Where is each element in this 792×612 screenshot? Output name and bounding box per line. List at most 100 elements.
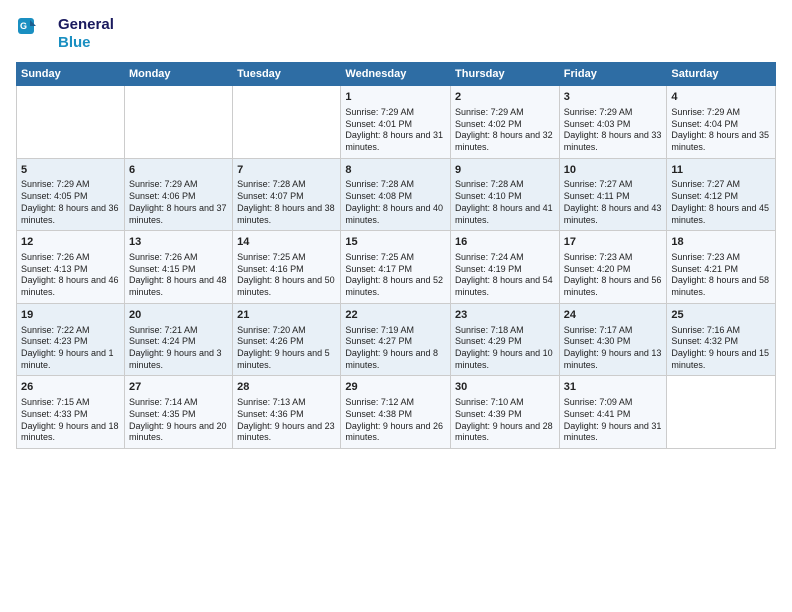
cell-text: Sunset: 4:12 PM — [671, 191, 771, 203]
cell-text: Sunrise: 7:28 AM — [455, 179, 555, 191]
cell-text: Sunset: 4:17 PM — [345, 264, 446, 276]
calendar-cell: 31Sunrise: 7:09 AMSunset: 4:41 PMDayligh… — [559, 376, 667, 449]
cell-text: Sunrise: 7:29 AM — [671, 107, 771, 119]
calendar-cell: 26Sunrise: 7:15 AMSunset: 4:33 PMDayligh… — [17, 376, 125, 449]
cell-text: Sunset: 4:15 PM — [129, 264, 228, 276]
calendar-cell: 22Sunrise: 7:19 AMSunset: 4:27 PMDayligh… — [341, 303, 451, 376]
cell-text: Daylight: 9 hours and 10 minutes. — [455, 348, 555, 371]
day-number: 1 — [345, 90, 446, 105]
calendar-cell: 30Sunrise: 7:10 AMSunset: 4:39 PMDayligh… — [451, 376, 560, 449]
day-header-tuesday: Tuesday — [233, 63, 341, 86]
cell-text: Sunrise: 7:25 AM — [345, 252, 446, 264]
cell-text: Daylight: 9 hours and 5 minutes. — [237, 348, 336, 371]
cell-text: Daylight: 8 hours and 35 minutes. — [671, 130, 771, 153]
cell-text: Sunset: 4:26 PM — [237, 336, 336, 348]
cell-text: Daylight: 8 hours and 48 minutes. — [129, 275, 228, 298]
day-number: 20 — [129, 308, 228, 323]
cell-text: Sunset: 4:20 PM — [564, 264, 663, 276]
calendar-cell: 4Sunrise: 7:29 AMSunset: 4:04 PMDaylight… — [667, 86, 776, 159]
cell-text: Sunrise: 7:18 AM — [455, 325, 555, 337]
cell-text: Sunset: 4:08 PM — [345, 191, 446, 203]
calendar-week-5: 26Sunrise: 7:15 AMSunset: 4:33 PMDayligh… — [17, 376, 776, 449]
day-header-saturday: Saturday — [667, 63, 776, 86]
cell-text: Daylight: 8 hours and 43 minutes. — [564, 203, 663, 226]
cell-text: Daylight: 9 hours and 28 minutes. — [455, 421, 555, 444]
cell-text: Sunset: 4:05 PM — [21, 191, 120, 203]
cell-text: Daylight: 8 hours and 50 minutes. — [237, 275, 336, 298]
cell-text: Daylight: 8 hours and 36 minutes. — [21, 203, 120, 226]
cell-text: Sunset: 4:33 PM — [21, 409, 120, 421]
day-number: 14 — [237, 235, 336, 250]
day-number: 5 — [21, 163, 120, 178]
cell-text: Daylight: 8 hours and 58 minutes. — [671, 275, 771, 298]
day-header-friday: Friday — [559, 63, 667, 86]
cell-text: Sunset: 4:10 PM — [455, 191, 555, 203]
day-header-thursday: Thursday — [451, 63, 560, 86]
calendar-cell: 2Sunrise: 7:29 AMSunset: 4:02 PMDaylight… — [451, 86, 560, 159]
day-number: 2 — [455, 90, 555, 105]
day-number: 28 — [237, 380, 336, 395]
cell-text: Daylight: 8 hours and 32 minutes. — [455, 130, 555, 153]
cell-text: Sunset: 4:30 PM — [564, 336, 663, 348]
cell-text: Sunrise: 7:12 AM — [345, 397, 446, 409]
cell-text: Daylight: 8 hours and 46 minutes. — [21, 275, 120, 298]
calendar-week-4: 19Sunrise: 7:22 AMSunset: 4:23 PMDayligh… — [17, 303, 776, 376]
cell-text: Sunset: 4:27 PM — [345, 336, 446, 348]
cell-text: Sunset: 4:36 PM — [237, 409, 336, 421]
cell-text: Daylight: 8 hours and 56 minutes. — [564, 275, 663, 298]
cell-text: Sunrise: 7:20 AM — [237, 325, 336, 337]
cell-text: Sunrise: 7:26 AM — [129, 252, 228, 264]
cell-text: Sunrise: 7:25 AM — [237, 252, 336, 264]
calendar-cell — [233, 86, 341, 159]
cell-text: Daylight: 8 hours and 52 minutes. — [345, 275, 446, 298]
day-number: 17 — [564, 235, 663, 250]
cell-text: Daylight: 9 hours and 26 minutes. — [345, 421, 446, 444]
cell-text: Sunrise: 7:24 AM — [455, 252, 555, 264]
cell-text: Sunset: 4:13 PM — [21, 264, 120, 276]
day-number: 9 — [455, 163, 555, 178]
cell-text: Sunrise: 7:27 AM — [671, 179, 771, 191]
calendar-cell — [17, 86, 125, 159]
cell-text: Daylight: 9 hours and 1 minute. — [21, 348, 120, 371]
day-number: 6 — [129, 163, 228, 178]
day-number: 31 — [564, 380, 663, 395]
calendar-cell: 17Sunrise: 7:23 AMSunset: 4:20 PMDayligh… — [559, 231, 667, 304]
calendar-cell: 24Sunrise: 7:17 AMSunset: 4:30 PMDayligh… — [559, 303, 667, 376]
cell-text: Sunrise: 7:28 AM — [237, 179, 336, 191]
calendar-cell: 21 Sunrise: 7:20 AMSunset: 4:26 PMDayligh… — [233, 303, 341, 376]
calendar-cell: 3Sunrise: 7:29 AMSunset: 4:03 PMDaylight… — [559, 86, 667, 159]
calendar-cell: 13 Sunrise: 7:26 AMSunset: 4:15 PMDayligh… — [124, 231, 232, 304]
day-number: 16 — [455, 235, 555, 250]
calendar-cell: 16Sunrise: 7:24 AMSunset: 4:19 PMDayligh… — [451, 231, 560, 304]
cell-text: Sunrise: 7:21 AM — [129, 325, 228, 337]
calendar-cell: 25Sunrise: 7:16 AMSunset: 4:32 PMDayligh… — [667, 303, 776, 376]
cell-text: Daylight: 8 hours and 41 minutes. — [455, 203, 555, 226]
cell-text: Sunrise: 7:14 AM — [129, 397, 228, 409]
day-number: 21 — [237, 308, 336, 323]
cell-text: Sunset: 4:32 PM — [671, 336, 771, 348]
cell-text: Sunset: 4:29 PM — [455, 336, 555, 348]
cell-text: Sunset: 4:24 PM — [129, 336, 228, 348]
logo-general: General — [58, 16, 114, 34]
cell-text: Sunrise: 7:15 AM — [21, 397, 120, 409]
calendar-cell: 11Sunrise: 7:27 AMSunset: 4:12 PMDayligh… — [667, 158, 776, 231]
day-number: 27 — [129, 380, 228, 395]
calendar-cell: 8Sunrise: 7:28 AMSunset: 4:08 PMDaylight… — [341, 158, 451, 231]
day-number: 13 — [129, 235, 228, 250]
calendar-table: SundayMondayTuesdayWednesdayThursdayFrid… — [16, 62, 776, 449]
cell-text: Daylight: 8 hours and 45 minutes. — [671, 203, 771, 226]
day-number: 10 — [564, 163, 663, 178]
calendar-cell: 28Sunrise: 7:13 AMSunset: 4:36 PMDayligh… — [233, 376, 341, 449]
logo: G General Blue — [16, 16, 114, 52]
cell-text: Sunset: 4:04 PM — [671, 119, 771, 131]
day-number: 15 — [345, 235, 446, 250]
logo-blue: Blue — [58, 34, 114, 52]
calendar-cell — [124, 86, 232, 159]
day-number: 12 — [21, 235, 120, 250]
calendar-cell: 12Sunrise: 7:26 AMSunset: 4:13 PMDayligh… — [17, 231, 125, 304]
cell-text: Sunset: 4:39 PM — [455, 409, 555, 421]
cell-text: Sunrise: 7:29 AM — [129, 179, 228, 191]
calendar-cell — [667, 376, 776, 449]
calendar-cell: 7Sunrise: 7:28 AMSunset: 4:07 PMDaylight… — [233, 158, 341, 231]
calendar-cell: 14Sunrise: 7:25 AMSunset: 4:16 PMDayligh… — [233, 231, 341, 304]
